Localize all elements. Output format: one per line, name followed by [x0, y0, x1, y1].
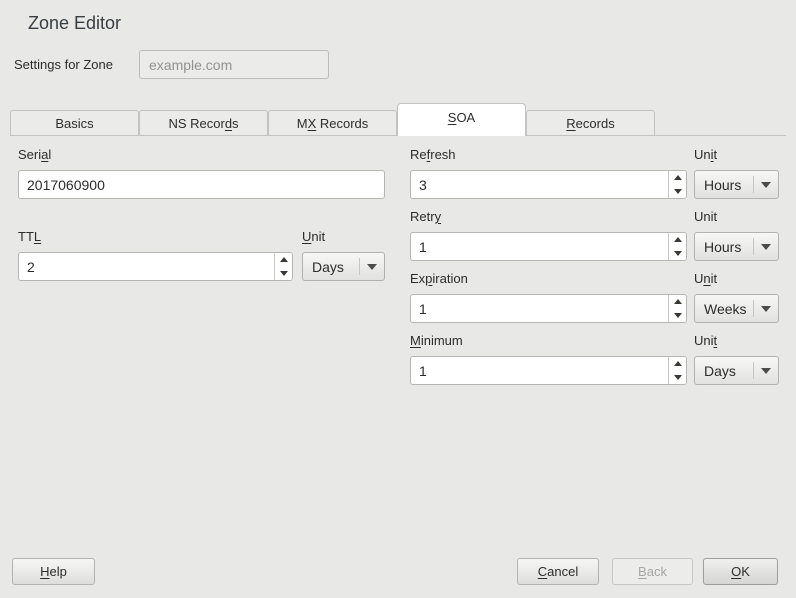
- zone-editor-dialog: { "window": { "title": "Zone Editor" }, …: [0, 0, 796, 598]
- spin-down-button[interactable]: [669, 247, 686, 261]
- tab-records[interactable]: Records: [526, 110, 655, 136]
- button-label: Back: [638, 564, 667, 579]
- tab-label: Basics: [55, 116, 93, 131]
- minimum-spinbox: [410, 356, 687, 385]
- minimum-input[interactable]: [411, 357, 668, 384]
- arrow-down-icon: [674, 251, 682, 256]
- ttl-spinbox: [18, 252, 293, 281]
- expiration-label: Expiration: [410, 271, 468, 286]
- retry-unit-label: Unit: [694, 209, 717, 224]
- refresh-unit-label: Unit: [694, 147, 717, 162]
- serial-label: Serial: [18, 147, 51, 162]
- dropdown-selected-value: Weeks: [704, 301, 753, 317]
- minimum-spin-buttons: [668, 357, 686, 384]
- spin-up-button[interactable]: [669, 171, 686, 185]
- chevron-down-icon: [761, 182, 771, 188]
- dropdown-selected-value: Hours: [704, 177, 753, 193]
- chevron-down-icon: [761, 368, 771, 374]
- expiration-spinbox: [410, 294, 687, 323]
- arrow-down-icon: [674, 375, 682, 380]
- expiration-spin-buttons: [668, 295, 686, 322]
- minimum-unit-dropdown[interactable]: Days: [694, 356, 779, 385]
- ok-button[interactable]: OK: [703, 558, 778, 585]
- spin-up-button[interactable]: [275, 253, 292, 267]
- arrow-down-icon: [280, 271, 288, 276]
- dropdown-separator: [753, 238, 754, 255]
- refresh-input[interactable]: [411, 171, 668, 198]
- chevron-down-icon: [761, 244, 771, 250]
- spin-up-button[interactable]: [669, 233, 686, 247]
- button-label: Cancel: [538, 564, 578, 579]
- spin-down-button[interactable]: [275, 267, 292, 281]
- minimum-unit-label: Unit: [694, 333, 717, 348]
- dropdown-selected-value: Days: [312, 259, 359, 275]
- spin-down-button[interactable]: [669, 371, 686, 385]
- retry-input[interactable]: [411, 233, 668, 260]
- spin-up-button[interactable]: [669, 357, 686, 371]
- expiration-input[interactable]: [411, 295, 668, 322]
- spin-down-button[interactable]: [669, 185, 686, 199]
- ttl-spin-buttons: [274, 253, 292, 280]
- chevron-down-icon: [367, 264, 377, 270]
- arrow-up-icon: [674, 175, 682, 180]
- ttl-unit-label: Unit: [302, 229, 325, 244]
- serial-input[interactable]: [18, 170, 385, 199]
- dropdown-selected-value: Days: [704, 363, 753, 379]
- expiration-unit-dropdown[interactable]: Weeks: [694, 294, 779, 323]
- cancel-button[interactable]: Cancel: [517, 558, 599, 585]
- refresh-spin-buttons: [668, 171, 686, 198]
- retry-label: Retry: [410, 209, 441, 224]
- page-title: Zone Editor: [28, 13, 121, 34]
- spin-up-button[interactable]: [669, 295, 686, 309]
- ttl-label: TTL: [18, 229, 41, 244]
- tab-basics[interactable]: Basics: [10, 110, 139, 136]
- arrow-up-icon: [674, 237, 682, 242]
- settings-for-zone-label: Settings for Zone: [14, 57, 113, 72]
- chevron-down-icon: [761, 306, 771, 312]
- dropdown-separator: [359, 258, 360, 275]
- tab-soa[interactable]: SOA: [397, 103, 526, 136]
- back-button[interactable]: Back: [612, 558, 693, 585]
- dropdown-separator: [753, 300, 754, 317]
- tab-label: MX Records: [297, 116, 369, 131]
- minimum-label: Minimum: [410, 333, 463, 348]
- arrow-up-icon: [674, 299, 682, 304]
- button-label: Help: [40, 564, 67, 579]
- retry-unit-dropdown[interactable]: Hours: [694, 232, 779, 261]
- refresh-spinbox: [410, 170, 687, 199]
- expiration-unit-label: Unit: [694, 271, 717, 286]
- refresh-label: Refresh: [410, 147, 456, 162]
- arrow-down-icon: [674, 313, 682, 318]
- button-label: OK: [731, 564, 750, 579]
- tab-label: Records: [566, 116, 614, 131]
- ttl-unit-dropdown[interactable]: Days: [302, 252, 385, 281]
- retry-spinbox: [410, 232, 687, 261]
- ttl-input[interactable]: [19, 253, 274, 280]
- help-button[interactable]: Help: [12, 558, 95, 585]
- arrow-up-icon: [280, 257, 288, 262]
- dropdown-separator: [753, 176, 754, 193]
- refresh-unit-dropdown[interactable]: Hours: [694, 170, 779, 199]
- arrow-down-icon: [674, 189, 682, 194]
- zone-name-input[interactable]: [139, 50, 329, 79]
- tab-label: NS Records: [168, 116, 238, 131]
- tab-label: SOA: [448, 110, 475, 125]
- retry-spin-buttons: [668, 233, 686, 260]
- tab-ns-records[interactable]: NS Records: [139, 110, 268, 136]
- tab-mx-records[interactable]: MX Records: [268, 110, 397, 136]
- dropdown-selected-value: Hours: [704, 239, 753, 255]
- spin-down-button[interactable]: [669, 309, 686, 323]
- arrow-up-icon: [674, 361, 682, 366]
- dropdown-separator: [753, 362, 754, 379]
